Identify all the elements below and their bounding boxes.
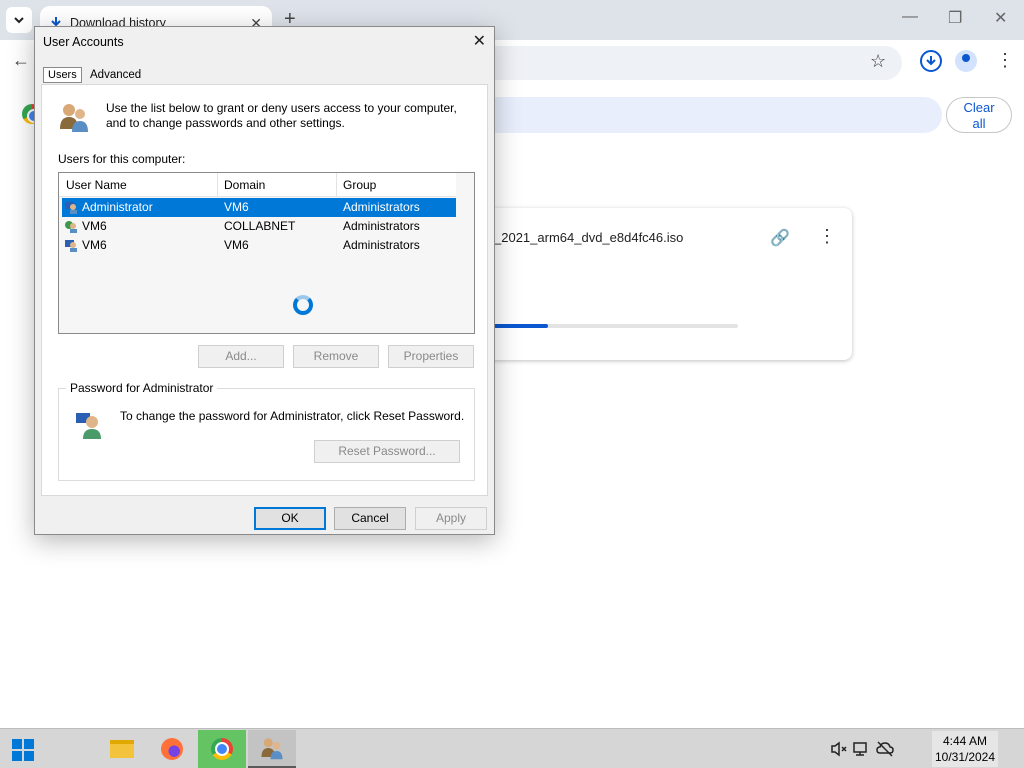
intro-text: Use the list below to grant or deny user… bbox=[106, 101, 466, 131]
taskbar-file-explorer[interactable] bbox=[98, 730, 146, 768]
dialog-title: User Accounts bbox=[43, 35, 124, 49]
users-tab-panel: Use the list below to grant or deny user… bbox=[41, 84, 488, 496]
table-row[interactable]: VM6 VM6 Administrators bbox=[62, 236, 456, 255]
domain-user-icon bbox=[65, 221, 77, 233]
password-group bbox=[58, 388, 475, 481]
row-group: Administrators bbox=[343, 219, 420, 233]
intro-line-2: and to change passwords and other settin… bbox=[106, 116, 345, 130]
add-user-button[interactable]: Add... bbox=[198, 345, 284, 368]
taskbar-chrome[interactable] bbox=[198, 730, 246, 768]
download-arrow-icon bbox=[926, 56, 936, 66]
bookmark-star-icon[interactable]: ☆ bbox=[870, 51, 886, 72]
download-filename[interactable]: _2021_arm64_dvd_e8d4fc46.iso bbox=[494, 230, 683, 245]
dialog-close-button[interactable]: ✕ bbox=[473, 31, 486, 51]
user-password-icon bbox=[76, 413, 101, 439]
network-icon[interactable] bbox=[852, 741, 870, 757]
clear-all-button[interactable]: Clear all bbox=[946, 97, 1012, 133]
taskbar: 4:44 AM 10/31/2024 bbox=[0, 728, 1024, 768]
apply-button[interactable]: Apply bbox=[415, 507, 487, 530]
windows-logo-icon bbox=[12, 739, 22, 749]
window-close-button[interactable]: ✕ bbox=[994, 8, 1007, 28]
column-separator[interactable] bbox=[217, 173, 218, 197]
users-list-label: Users for this computer: bbox=[58, 152, 186, 166]
folder-icon bbox=[110, 740, 134, 758]
row-domain: VM6 bbox=[224, 200, 249, 214]
download-progress-fill bbox=[494, 324, 548, 328]
back-button[interactable]: ← bbox=[12, 50, 30, 71]
row-user-name: Administrator bbox=[82, 200, 153, 214]
properties-button[interactable]: Properties bbox=[388, 345, 474, 368]
password-instructions: To change the password for Administrator… bbox=[120, 409, 465, 423]
table-row[interactable]: VM6 COLLABNET Administrators bbox=[62, 217, 456, 236]
users-icon bbox=[60, 104, 88, 132]
downloads-button[interactable] bbox=[920, 50, 942, 72]
cancel-button[interactable]: Cancel bbox=[334, 507, 406, 530]
clear-all-label-1: Clear bbox=[963, 100, 995, 115]
start-button[interactable] bbox=[12, 739, 34, 761]
clock-time: 4:44 AM bbox=[942, 734, 988, 748]
user-accounts-dialog: User Accounts ✕ Users Advanced Use the l… bbox=[34, 26, 495, 535]
system-clock[interactable]: 4:44 AM 10/31/2024 bbox=[932, 731, 998, 767]
cloud-offline-icon[interactable] bbox=[876, 741, 894, 757]
profile-avatar[interactable] bbox=[955, 50, 977, 72]
chevron-down-icon bbox=[14, 17, 24, 24]
row-user-name: VM6 bbox=[82, 219, 107, 233]
speaker-muted-icon[interactable] bbox=[830, 741, 848, 757]
users-list[interactable]: User Name Domain Group Administrator VM6… bbox=[58, 172, 475, 334]
restore-button[interactable]: ❐ bbox=[948, 8, 962, 28]
copy-link-icon[interactable]: 🔗 bbox=[770, 228, 790, 248]
loading-spinner-icon bbox=[293, 295, 313, 315]
row-user-name: VM6 bbox=[82, 238, 107, 252]
user-account-icon bbox=[65, 240, 77, 252]
download-progress-bar bbox=[494, 324, 738, 328]
ok-button[interactable]: OK bbox=[254, 507, 326, 530]
chrome-icon bbox=[211, 738, 233, 760]
tab-users[interactable]: Users bbox=[43, 67, 82, 83]
windows-logo-icon bbox=[12, 751, 22, 761]
taskbar-firefox[interactable] bbox=[148, 730, 196, 768]
row-domain: COLLABNET bbox=[224, 219, 296, 233]
windows-logo-icon bbox=[24, 751, 34, 761]
browser-menu-icon[interactable]: ⋮ bbox=[996, 50, 1014, 71]
remove-user-button[interactable]: Remove bbox=[293, 345, 379, 368]
column-separator[interactable] bbox=[336, 173, 337, 197]
password-group-title: Password for Administrator bbox=[66, 381, 218, 395]
row-group: Administrators bbox=[343, 200, 420, 214]
download-item-card: _2021_arm64_dvd_e8d4fc46.iso 🔗 ⋮ bbox=[470, 208, 852, 360]
search-downloads-input[interactable] bbox=[480, 97, 942, 133]
clear-all-label-2: all bbox=[972, 116, 986, 131]
column-group[interactable]: Group bbox=[343, 178, 376, 192]
row-group: Administrators bbox=[343, 238, 420, 252]
more-actions-icon[interactable]: ⋮ bbox=[818, 226, 836, 247]
windows-logo-icon bbox=[24, 739, 34, 749]
tab-advanced[interactable]: Advanced bbox=[90, 69, 141, 81]
intro-line-1: Use the list below to grant or deny user… bbox=[106, 101, 457, 115]
table-row[interactable]: Administrator VM6 Administrators bbox=[62, 198, 456, 217]
firefox-icon bbox=[161, 738, 183, 760]
column-user-name[interactable]: User Name bbox=[66, 178, 127, 192]
users-icon bbox=[261, 738, 283, 760]
user-account-icon bbox=[65, 202, 77, 214]
minimize-button[interactable]: — bbox=[902, 8, 918, 26]
taskbar-user-accounts[interactable] bbox=[248, 730, 296, 768]
row-domain: VM6 bbox=[224, 238, 249, 252]
tab-search-button[interactable] bbox=[6, 7, 32, 33]
column-domain[interactable]: Domain bbox=[224, 178, 265, 192]
clock-date: 10/31/2024 bbox=[934, 750, 996, 764]
list-header: User Name Domain Group bbox=[59, 173, 456, 197]
reset-password-button[interactable]: Reset Password... bbox=[314, 440, 460, 463]
